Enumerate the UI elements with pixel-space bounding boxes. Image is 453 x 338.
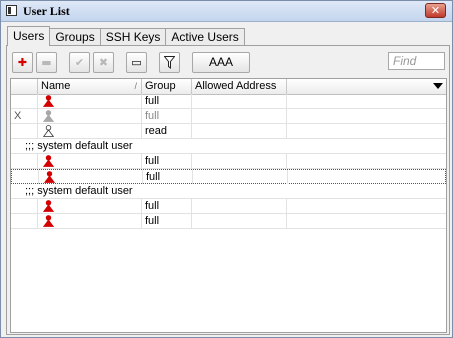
title-bar[interactable]: User List ✕ bbox=[1, 1, 452, 22]
add-button[interactable]: ✚ bbox=[12, 52, 33, 73]
row-allowed-address bbox=[192, 214, 287, 228]
column-header-extra[interactable] bbox=[287, 79, 446, 94]
row-allowed-address bbox=[192, 94, 287, 108]
table-row[interactable]: full bbox=[11, 94, 446, 109]
row-flag bbox=[11, 94, 38, 108]
table-row[interactable]: full bbox=[11, 169, 446, 184]
tab-groups[interactable]: Groups bbox=[49, 28, 101, 45]
aaa-button[interactable]: AAA bbox=[192, 52, 250, 73]
table-row[interactable]: Xfull bbox=[11, 109, 446, 124]
window-icon bbox=[6, 5, 17, 16]
row-comment: ;;; system default user bbox=[25, 185, 133, 197]
user-icon-white bbox=[43, 125, 54, 137]
row-group: full bbox=[142, 214, 192, 228]
table-header: Name / Group Allowed Address bbox=[11, 79, 446, 95]
column-header-name[interactable]: Name / bbox=[38, 79, 142, 94]
row-name bbox=[38, 109, 142, 123]
row-group: read bbox=[142, 124, 192, 138]
user-table: Name / Group Allowed Address full Xfull re… bbox=[10, 78, 447, 333]
column-header-allowed-address[interactable]: Allowed Address bbox=[192, 79, 287, 94]
disable-button[interactable]: ✖ bbox=[93, 52, 114, 73]
row-name bbox=[38, 124, 142, 138]
table-row[interactable]: full bbox=[11, 214, 446, 229]
row-comment: ;;; system default user bbox=[25, 140, 133, 152]
tab-bar: Users Groups SSH Keys Active Users bbox=[7, 26, 245, 46]
table-row[interactable]: full bbox=[11, 199, 446, 214]
row-allowed-address bbox=[192, 124, 287, 138]
row-flag bbox=[11, 199, 38, 213]
row-group: full bbox=[142, 109, 192, 123]
row-group: full bbox=[142, 199, 192, 213]
column-header-group[interactable]: Group bbox=[142, 79, 192, 94]
comment-row[interactable]: ;;; system default user bbox=[11, 139, 446, 154]
columns-dropdown-icon[interactable] bbox=[433, 83, 443, 89]
row-group: full bbox=[143, 170, 193, 184]
row-allowed-address bbox=[193, 170, 288, 184]
user-icon-red bbox=[44, 171, 55, 183]
row-allowed-address bbox=[192, 199, 287, 213]
user-icon-red bbox=[43, 215, 54, 227]
row-flag bbox=[12, 170, 39, 184]
comment-button[interactable]: ▭ bbox=[126, 52, 147, 73]
table-row[interactable]: full bbox=[11, 154, 446, 169]
user-icon-gray bbox=[43, 110, 54, 122]
row-group: full bbox=[142, 154, 192, 168]
remove-button[interactable]: ▬ bbox=[36, 52, 57, 73]
column-header-flag[interactable] bbox=[11, 79, 38, 94]
find-input[interactable]: Find bbox=[388, 52, 445, 70]
row-name bbox=[38, 214, 142, 228]
row-name bbox=[38, 199, 142, 213]
tab-users[interactable]: Users bbox=[7, 26, 51, 46]
users-panel: ✚ ▬ ✔ ✖ ▭ AAA Find Name / Group Allowed … bbox=[6, 45, 450, 335]
tab-ssh-keys[interactable]: SSH Keys bbox=[99, 28, 167, 45]
window-title: User List bbox=[23, 4, 70, 18]
row-flag: X bbox=[11, 109, 38, 123]
row-allowed-address bbox=[192, 109, 287, 123]
table-row[interactable]: read bbox=[11, 124, 446, 139]
row-flag bbox=[11, 214, 38, 228]
row-name bbox=[38, 94, 142, 108]
enable-button[interactable]: ✔ bbox=[69, 52, 90, 73]
close-button[interactable]: ✕ bbox=[425, 3, 446, 18]
filter-button[interactable] bbox=[159, 52, 180, 73]
user-icon-red bbox=[43, 200, 54, 212]
filter-icon bbox=[163, 56, 176, 69]
row-name bbox=[38, 154, 142, 168]
user-icon-red bbox=[43, 155, 54, 167]
sort-indicator: / bbox=[134, 81, 137, 91]
row-group: full bbox=[142, 94, 192, 108]
user-icon-red bbox=[43, 95, 54, 107]
row-name bbox=[39, 170, 143, 184]
tab-active-users[interactable]: Active Users bbox=[165, 28, 245, 45]
user-list-window: User List ✕ Users Groups SSH Keys Active… bbox=[0, 0, 453, 338]
row-flag bbox=[11, 154, 38, 168]
row-allowed-address bbox=[192, 154, 287, 168]
row-flag bbox=[11, 124, 38, 138]
comment-row[interactable]: ;;; system default user bbox=[11, 184, 446, 199]
